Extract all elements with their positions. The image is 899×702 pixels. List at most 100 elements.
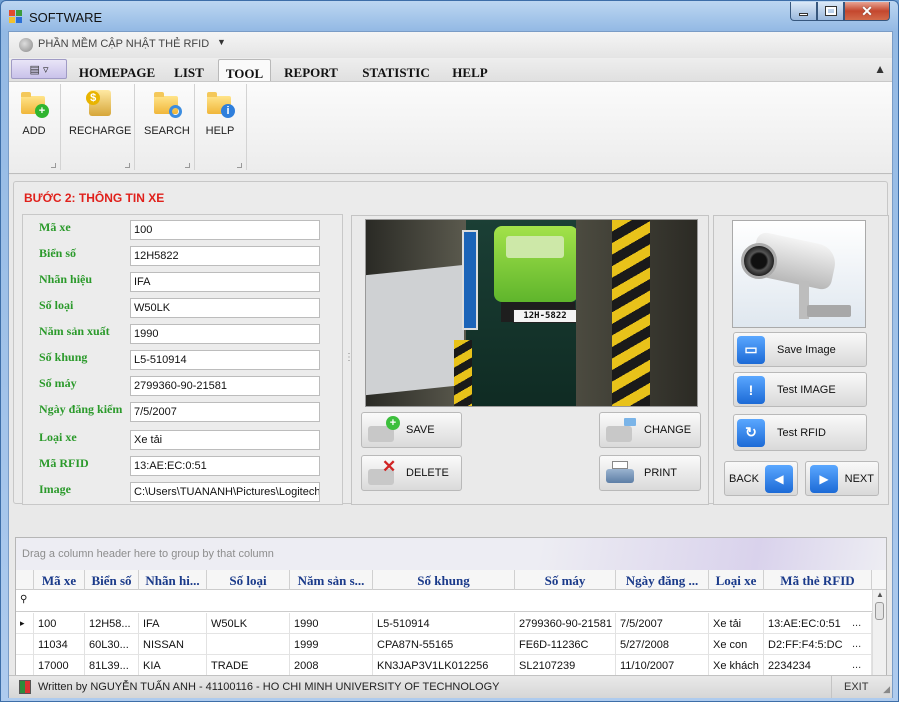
table-cell[interactable]: 2799360-90-21581 [515, 613, 616, 634]
save-image-label: Save Image [777, 343, 836, 356]
vehicle-id-input[interactable]: 100 [130, 220, 320, 240]
table-cell[interactable]: 100 [34, 613, 85, 634]
test-rfid-button[interactable]: ↻ Test RFID [733, 414, 867, 451]
column-header[interactable]: Loại xe [709, 570, 764, 590]
help-folder-icon: i [205, 88, 235, 118]
row-more-icon[interactable]: ... [852, 617, 861, 629]
column-header[interactable]: Biển số [85, 570, 139, 590]
row-indicator [16, 634, 34, 655]
table-cell[interactable]: 5/27/2008 [616, 634, 709, 655]
tab-list[interactable]: LIST [165, 59, 213, 81]
field-label-vehicle-id: Mã xe [39, 220, 71, 234]
table-cell[interactable]: IFA [139, 613, 207, 634]
current-row-arrow-icon: ▸ [16, 613, 34, 634]
table-cell[interactable]: 60L30... [85, 634, 139, 655]
table-cell[interactable]: 11/10/2007 [616, 655, 709, 676]
table-cell[interactable]: 12H58... [85, 613, 139, 634]
window-title: SOFTWARE [29, 10, 103, 25]
column-header[interactable]: Mã thẻ RFID [764, 570, 872, 590]
table-cell[interactable]: 1990 [290, 613, 373, 634]
license-plate: 12H-5822 [513, 309, 577, 323]
table-cell[interactable]: W50LK [207, 613, 290, 634]
back-button[interactable]: BACK ◀ [724, 461, 798, 496]
table-cell[interactable]: Xe con [709, 634, 764, 655]
table-cell[interactable]: 1999 [290, 634, 373, 655]
table-row[interactable]: 17000 81L39... KIA TRADE 2008 KN3JAP3V1LK0122… [16, 655, 872, 676]
column-header[interactable]: Số máy [515, 570, 616, 590]
table-cell[interactable]: Xe khách [709, 655, 764, 676]
customize-qat-icon[interactable]: ▼ [217, 37, 226, 47]
tab-statistic[interactable]: STATISTIC [355, 59, 437, 81]
change-button[interactable]: CHANGE [599, 412, 701, 448]
column-header[interactable]: Ngày đăng ... [616, 570, 709, 590]
help-button[interactable]: i HELP [205, 88, 235, 137]
tab-homepage[interactable]: HOMEPAGE [71, 59, 163, 81]
save-button[interactable]: + SAVE [361, 412, 462, 448]
table-cell[interactable]: 17000 [34, 655, 85, 676]
row-indicator [16, 655, 34, 676]
table-cell[interactable]: TRADE [207, 655, 290, 676]
brand-input[interactable]: IFA [130, 272, 320, 292]
app-menu-button[interactable]: ▤ ▿ [11, 59, 67, 79]
collapse-ribbon-icon[interactable]: ▲ [874, 62, 886, 76]
plate-input[interactable]: 12H5822 [130, 246, 320, 266]
image-path-input[interactable]: C:\Users\TUANANH\Pictures\Logitech [130, 482, 320, 502]
filter-row[interactable]: ⚲ [16, 590, 886, 612]
registration-date-input[interactable]: 7/5/2007 [130, 402, 320, 422]
row-more-icon[interactable]: ... [852, 638, 861, 650]
maximize-button[interactable] [817, 2, 844, 21]
table-cell[interactable]: SL2107239 [515, 655, 616, 676]
chassis-input[interactable]: L5-510914 [130, 350, 320, 370]
print-button[interactable]: PRINT [599, 455, 701, 491]
app-menu-icon: ▤ ▿ [29, 63, 49, 76]
table-cell[interactable]: CPA87N-55165 [373, 634, 515, 655]
year-input[interactable]: 1990 [130, 324, 320, 344]
column-header[interactable]: Nhãn hi... [139, 570, 207, 590]
table-cell[interactable]: KN3JAP3V1LK012256 [373, 655, 515, 676]
recharge-button[interactable]: $ RECHARGE [69, 88, 131, 137]
engine-input[interactable]: 2799360-90-21581 [130, 376, 320, 396]
column-header[interactable]: Số khung [373, 570, 515, 590]
table-cell[interactable]: 7/5/2007 [616, 613, 709, 634]
close-button[interactable]: ✕ [844, 2, 890, 21]
model-input[interactable]: W50LK [130, 298, 320, 318]
add-button[interactable]: + ADD [19, 88, 49, 137]
table-cell[interactable]: Xe tải [709, 613, 764, 634]
tab-help[interactable]: HELP [444, 59, 496, 81]
table-row[interactable]: 11034 60L30... NISSAN 1999 CPA87N-55165 FE6D-… [16, 634, 872, 655]
video-camera-icon: ▭ [737, 335, 765, 364]
table-cell[interactable]: L5-510914 [373, 613, 515, 634]
table-cell[interactable]: KIA [139, 655, 207, 676]
status-bar: Written by NGUYỄN TUẤN ANH - 41100116 - … [9, 675, 892, 698]
column-header[interactable]: Số loại [207, 570, 290, 590]
next-button[interactable]: ▶ NEXT [805, 461, 879, 496]
row-more-icon[interactable]: ... [852, 659, 861, 671]
resize-grip-icon[interactable]: ◢ [883, 684, 890, 695]
table-cell[interactable]: 2008 [290, 655, 373, 676]
table-row[interactable]: ▸ 100 12H58... IFA W50LK 1990 L5-510914 2799360… [16, 613, 872, 634]
test-image-button[interactable]: ! Test IMAGE [733, 372, 867, 407]
search-button[interactable]: SEARCH [144, 88, 190, 137]
scroll-thumb[interactable] [875, 602, 884, 620]
step-title: BƯỚC 2: THÔNG TIN XE [24, 191, 165, 205]
group-by-area[interactable]: Drag a column header here to group by th… [16, 538, 886, 570]
table-cell[interactable]: FE6D-11236C [515, 634, 616, 655]
save-image-button[interactable]: ▭ Save Image [733, 332, 867, 367]
recharge-label: RECHARGE [69, 125, 132, 137]
column-header[interactable]: Mã xe [34, 570, 85, 590]
table-cell[interactable]: 81L39... [85, 655, 139, 676]
ribbon-panel: + ADD $ RECHARGE SEARCH i HELP [9, 81, 892, 174]
table-cell[interactable] [207, 634, 290, 655]
delete-button[interactable]: ✕ DELETE [361, 455, 462, 491]
tab-tool[interactable]: TOOL [218, 59, 271, 81]
rfid-input[interactable]: 13:AE:EC:0:51 [130, 456, 320, 476]
minimize-button[interactable] [790, 2, 817, 21]
table-cell[interactable]: NISSAN [139, 634, 207, 655]
field-label-brand: Nhãn hiệu [39, 272, 93, 286]
tab-report[interactable]: REPORT [277, 59, 345, 81]
table-cell[interactable]: 11034 [34, 634, 85, 655]
vehicle-type-input[interactable]: Xe tải [130, 430, 320, 450]
app-icon [9, 10, 23, 24]
exit-button[interactable]: EXIT [831, 676, 881, 698]
column-header[interactable]: Năm sản s... [290, 570, 373, 590]
